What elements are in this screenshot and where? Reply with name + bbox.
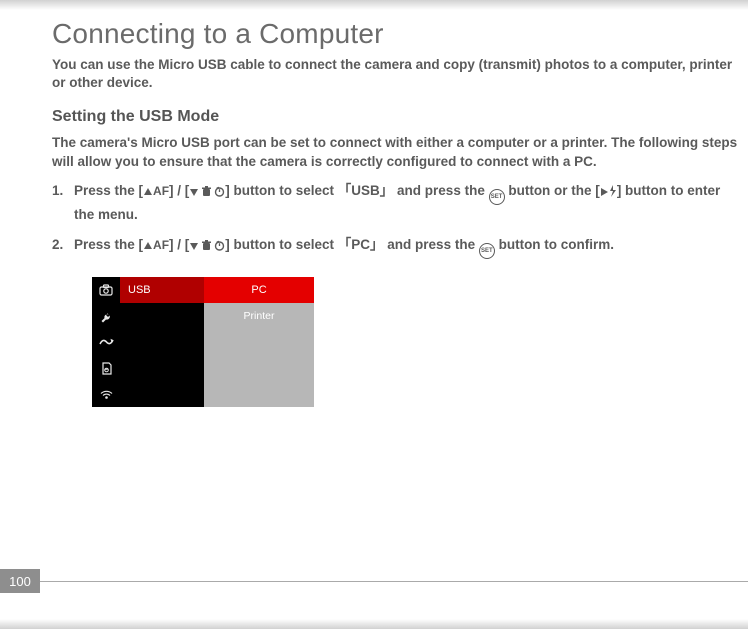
trash-icon [201,183,212,203]
af-label: AF [153,184,169,198]
footer-divider [40,581,748,582]
section-intro: The camera's Micro USB port can be set t… [52,134,740,170]
sidebar-wifi-icon[interactable] [92,381,120,407]
sidebar-shoot-icon[interactable] [92,277,120,303]
step-text: button or the [ [505,183,600,198]
right-arrow-icon [600,183,609,203]
sidebar-wrench-icon[interactable] [92,303,120,329]
menu-row-empty [120,355,314,381]
step-text: Press the [ [74,237,143,252]
bottom-shadow [0,619,748,629]
sidebar-sd-icon[interactable] [92,355,120,381]
step-text: Press the [ [74,183,143,198]
step-target-usb: USB [351,183,380,198]
section-title: Setting the USB Mode [52,108,740,126]
timer-icon [214,237,225,257]
page-intro: You can use the Micro USB cable to conne… [52,56,740,92]
set-label: SET [481,247,493,256]
up-arrow-icon [143,183,153,203]
step-text: 」 and press the [370,237,479,252]
page-content: Connecting to a Computer You can use the… [0,0,748,407]
step-2: Press the [ AF] / [ ] button to select 「PC… [52,235,740,259]
af-label: AF [153,238,169,252]
page-title: Connecting to a Computer [52,18,740,50]
trash-icon [201,237,212,257]
step-text: button to confirm. [495,237,614,252]
step-1: Press the [ AF] / [ ] button to select 「US… [52,181,740,225]
menu-label-usb: USB [120,277,204,303]
menu-body: USB PC Printer [120,277,314,407]
menu-label-empty [120,303,204,329]
down-arrow-icon [189,237,199,257]
usb-mode-menu: USB PC Printer [92,277,314,407]
timer-icon [214,183,225,203]
up-arrow-icon [143,237,153,257]
step-text: 」 and press the [380,183,489,198]
page-number: 100 [9,574,31,589]
step-text: ] / [ [169,183,189,198]
menu-value-pc[interactable]: PC [204,277,314,303]
menu-row-empty [120,381,314,407]
flash-icon [609,183,617,203]
sidebar-transfer-icon[interactable] [92,329,120,355]
set-button-icon: SET [489,189,505,205]
menu-sidebar [92,277,120,407]
menu-row-usb[interactable]: USB PC [120,277,314,303]
steps-list: Press the [AF] / [] button to select 「US… [52,181,740,259]
step-text: ] / [ [169,237,189,252]
step-target-pc: PC [351,237,370,252]
menu-value-printer[interactable]: Printer [204,303,314,329]
step-text: ] button to select 「 [225,183,351,198]
menu-row-printer[interactable]: Printer [120,303,314,329]
page-number-tab: 100 [0,569,40,593]
step-text: ] button to select 「 [225,237,351,252]
top-shadow [0,0,748,10]
down-arrow-icon [189,183,199,203]
menu-row-empty [120,329,314,355]
set-button-icon: SET [479,243,495,259]
set-label: SET [491,193,503,202]
